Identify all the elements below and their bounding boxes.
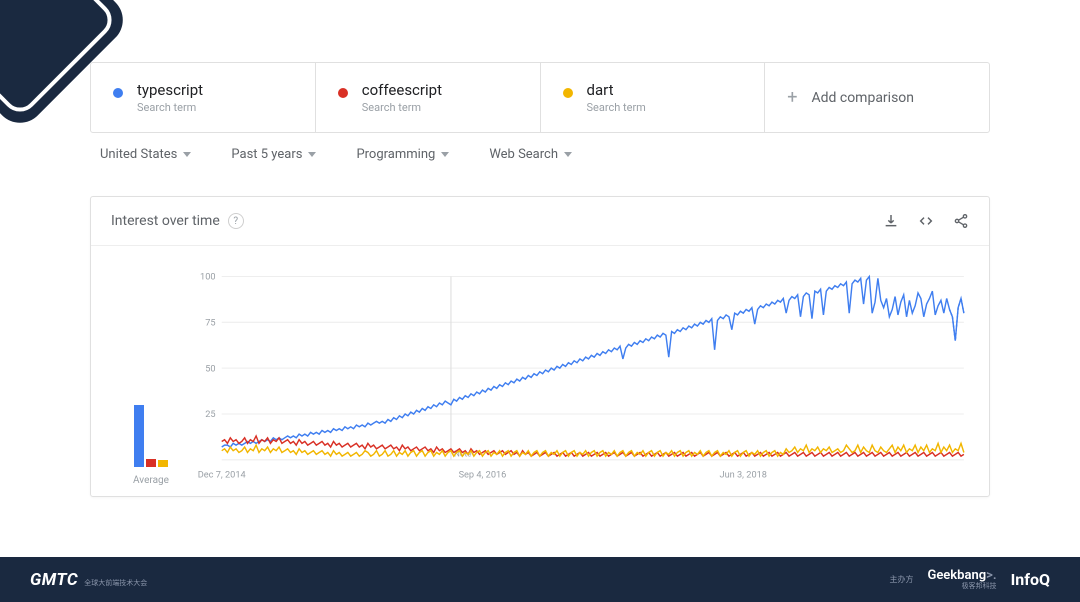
add-comparison-button[interactable]: + Add comparison <box>765 63 989 132</box>
download-icon[interactable] <box>883 213 899 229</box>
term-typescript[interactable]: typescript Search term <box>91 63 316 132</box>
term-name: typescript <box>137 81 203 99</box>
filters-row: United States Past 5 years Programming W… <box>90 133 990 176</box>
gmtc-logo: GMTC <box>30 570 78 590</box>
caret-down-icon <box>308 152 316 157</box>
filter-category[interactable]: Programming <box>356 147 449 162</box>
svg-text:75: 75 <box>205 317 215 328</box>
svg-text:Dec 7, 2014: Dec 7, 2014 <box>198 470 247 481</box>
term-subtext: Search term <box>362 101 442 114</box>
interest-over-time-card: Interest over time ? <box>90 196 990 497</box>
chart-title: Interest over time <box>111 213 220 229</box>
chart-header: Interest over time ? <box>91 197 989 246</box>
term-subtext: Search term <box>137 101 203 114</box>
average-label: Average <box>133 475 169 486</box>
help-icon[interactable]: ? <box>228 213 244 229</box>
svg-text:Sep 4, 2016: Sep 4, 2016 <box>459 470 507 481</box>
filter-region[interactable]: United States <box>100 147 191 162</box>
svg-text:50: 50 <box>205 363 215 374</box>
svg-text:25: 25 <box>205 409 215 420</box>
term-name: dart <box>587 81 646 99</box>
line-chart[interactable]: 25 50 75 100 Dec 7, 2014 Sep 4, 2016 Jun 3, 20… <box>191 266 969 486</box>
google-trends-panel: typescript Search term coffeescript Sear… <box>90 62 990 537</box>
footer-sponsors: 主办方 Geekbang>. 极客邦科技 InfoQ <box>889 568 1050 591</box>
term-coffeescript[interactable]: coffeescript Search term <box>316 63 541 132</box>
chart-body: Average 25 50 75 100 Dec 7, 2014 Sep 4, 2016 J… <box>91 246 989 496</box>
filter-time[interactable]: Past 5 years <box>231 147 316 162</box>
infoq-logo: InfoQ <box>1011 570 1050 589</box>
avg-bar-dart <box>158 460 168 467</box>
slide-footer: GMTC 全球大前端技术大会 主办方 Geekbang>. 极客邦科技 Info… <box>0 557 1080 602</box>
chart-svg: 25 50 75 100 Dec 7, 2014 Sep 4, 2016 Jun 3, 20… <box>191 266 969 486</box>
footer-brand: GMTC 全球大前端技术大会 <box>30 570 147 590</box>
embed-icon[interactable] <box>917 213 935 229</box>
sponsor-label: 主办方 <box>889 574 913 585</box>
svg-text:Jun 3, 2018: Jun 3, 2018 <box>719 470 766 481</box>
caret-down-icon <box>441 152 449 157</box>
share-icon[interactable] <box>953 213 969 229</box>
term-subtext: Search term <box>587 101 646 114</box>
filter-label: Past 5 years <box>231 147 302 162</box>
plus-icon: + <box>787 87 797 108</box>
caret-down-icon <box>564 152 572 157</box>
term-name: coffeescript <box>362 81 442 99</box>
gmtc-subtitle: 全球大前端技术大会 <box>84 578 147 588</box>
add-comparison-label: Add comparison <box>811 90 914 106</box>
filter-label: Web Search <box>489 147 558 162</box>
filter-label: Programming <box>356 147 435 162</box>
caret-down-icon <box>183 152 191 157</box>
search-terms-row: typescript Search term coffeescript Sear… <box>90 62 990 133</box>
term-dart[interactable]: dart Search term <box>541 63 766 132</box>
filter-label: United States <box>100 147 177 162</box>
dot-icon <box>113 88 123 98</box>
svg-text:100: 100 <box>200 272 216 283</box>
chart-actions <box>883 213 969 229</box>
filter-search-type[interactable]: Web Search <box>489 147 572 162</box>
avg-bar-coffeescript <box>146 459 156 467</box>
dot-icon <box>563 88 573 98</box>
avg-bar-typescript <box>134 405 144 467</box>
geekbang-logo: Geekbang>. 极客邦科技 <box>927 568 996 591</box>
average-column: Average <box>111 266 191 486</box>
dot-icon <box>338 88 348 98</box>
average-bars <box>134 297 168 467</box>
